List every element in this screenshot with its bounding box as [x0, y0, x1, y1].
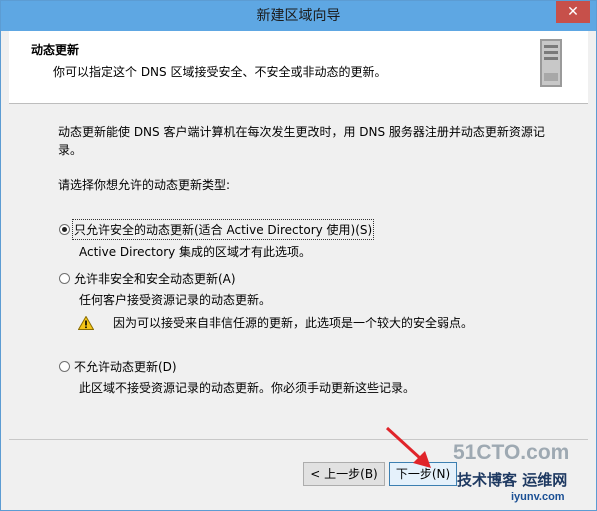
wizard-header: 动态更新 你可以指定这个 DNS 区域接受安全、不安全或非动态的更新。	[9, 31, 588, 104]
option-nonsecure-and-secure-desc: 任何客户接受资源记录的动态更新。	[79, 293, 272, 307]
option-no-dynamic-updates-label[interactable]: 不允许动态更新(D)	[74, 358, 177, 375]
intro-text-line2: 录。	[58, 143, 83, 157]
warning-text: 因为可以接受来自非信任源的更新，此选项是一个较大的安全弱点。	[113, 316, 474, 330]
option-secure-only-label[interactable]: 只允许安全的动态更新(适合 Active Directory 使用)(S)	[71, 219, 375, 240]
option-secure-only-desc: Active Directory 集成的区域才有此选项。	[79, 245, 312, 259]
radio-nonsecure-and-secure[interactable]	[59, 273, 70, 284]
window-title: 新建区域向导	[256, 8, 341, 24]
close-button[interactable]: ✕	[556, 1, 590, 23]
server-icon	[540, 39, 562, 87]
page-title: 动态更新	[31, 43, 80, 57]
prompt-text: 请选择你想允许的动态更新类型:	[58, 178, 231, 192]
warning-icon	[78, 316, 94, 330]
wizard-window: 新建区域向导 ✕ 动态更新 你可以指定这个 DNS 区域接受安全、不安全或非动态…	[0, 0, 597, 511]
option-nonsecure-and-secure-label[interactable]: 允许非安全和安全动态更新(A)	[74, 270, 236, 287]
page-description: 你可以指定这个 DNS 区域接受安全、不安全或非动态的更新。	[53, 65, 387, 79]
radio-secure-only[interactable]	[59, 224, 70, 235]
watermark-site: iyunv.com	[511, 491, 565, 503]
intro-text-line1: 动态更新能使 DNS 客户端计算机在每次发生更改时，用 DNS 服务器注册并动态…	[58, 125, 545, 139]
footer-divider	[9, 439, 588, 440]
option-no-dynamic-updates-desc: 此区域不接受资源记录的动态更新。你必须手动更新这些记录。	[79, 381, 416, 395]
watermark-slogan: 技术博客 运维网	[457, 471, 568, 489]
title-bar[interactable]: 新建区域向导 ✕	[1, 1, 596, 31]
watermark-brand: 51CTO.com	[453, 441, 570, 464]
radio-no-dynamic-updates[interactable]	[59, 361, 70, 372]
back-button[interactable]: < 上一步(B)	[303, 462, 385, 486]
watermark: 51CTO.com 技术博客 运维网 iyunv.com	[453, 441, 593, 507]
annotation-arrow-icon	[385, 426, 431, 468]
